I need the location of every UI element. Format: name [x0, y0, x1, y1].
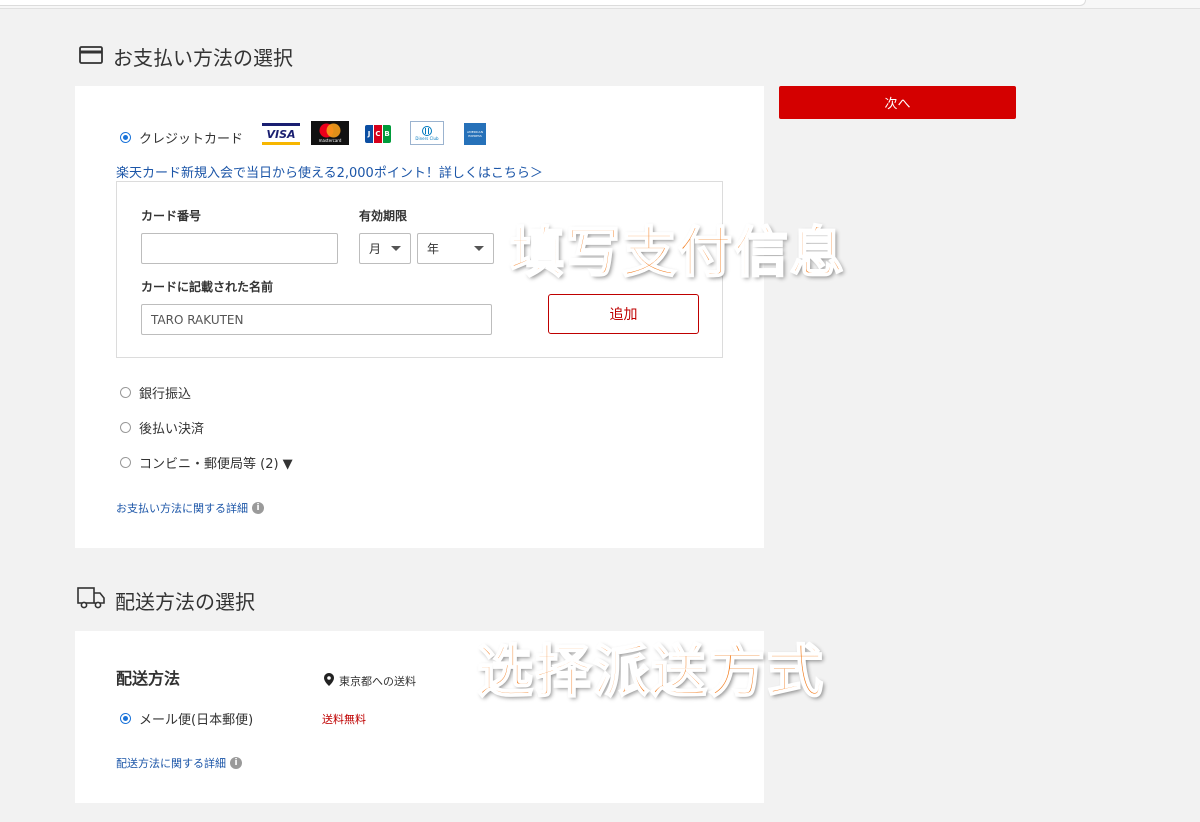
location-pin-icon	[324, 673, 334, 689]
card-number-label: カード番号	[141, 209, 202, 223]
deferred-payment-option[interactable]: 後払い決済	[120, 418, 204, 437]
info-icon: i	[252, 502, 264, 514]
bank-transfer-radio[interactable]	[120, 387, 131, 398]
card-number-input[interactable]	[141, 233, 338, 264]
expiry-month-select[interactable]: 月	[359, 233, 411, 264]
info-icon: i	[230, 757, 242, 769]
credit-card-radio[interactable]	[120, 132, 131, 143]
chevron-down-icon	[391, 246, 401, 251]
chevron-down-icon	[474, 246, 484, 251]
top-bar	[0, 0, 1200, 9]
jcb-logo: J C B	[365, 124, 391, 144]
payment-details-link[interactable]: お支払い方法に関する詳細 i	[116, 500, 264, 516]
shipping-section-title: 配送方法の選択	[77, 586, 255, 615]
bank-transfer-option[interactable]: 銀行振込	[120, 383, 191, 402]
convenience-store-option[interactable]: コンビニ・郵便局等 (2) ▼	[120, 453, 293, 472]
expiry-year-select[interactable]: 年	[417, 233, 494, 264]
deferred-payment-radio[interactable]	[120, 422, 131, 433]
truck-icon	[77, 586, 105, 615]
payment-section-title: お支払い方法の選択	[79, 42, 293, 71]
shipping-destination: 東京都への送料	[324, 673, 416, 689]
annotation-fill-payment: 填写支付信息	[509, 219, 846, 285]
shipping-details-link[interactable]: 配送方法に関する詳細 i	[116, 755, 242, 771]
next-button[interactable]: 次へ	[779, 86, 1016, 119]
mastercard-logo: mastercard	[311, 121, 349, 145]
amex-logo: AMERICAN EXPRESS	[464, 123, 486, 145]
credit-card-icon	[79, 45, 103, 69]
convenience-store-radio[interactable]	[120, 457, 131, 468]
mail-delivery-radio[interactable]	[120, 713, 131, 724]
diners-club-logo: Diners Club	[410, 121, 444, 145]
credit-card-option[interactable]: クレジットカード	[120, 128, 243, 147]
add-card-button[interactable]: 追加	[548, 294, 699, 334]
shipping-method-heading: 配送方法	[116, 669, 181, 688]
annotation-choose-shipping: 选择派送方式	[476, 638, 825, 706]
shipping-fee: 送料無料	[322, 713, 366, 726]
visa-logo: VISA	[262, 123, 300, 145]
mail-delivery-option[interactable]: メール便(日本郵便)	[120, 709, 253, 728]
cardholder-name-label: カードに記載された名前	[141, 280, 274, 294]
expiry-label: 有効期限	[359, 209, 408, 223]
rakuten-card-promo-link[interactable]: 楽天カード新規入会で当日から使える2,000ポイント！詳しくはこちら＞	[116, 162, 543, 181]
cardholder-name-input[interactable]: TARO RAKUTEN	[141, 304, 492, 335]
